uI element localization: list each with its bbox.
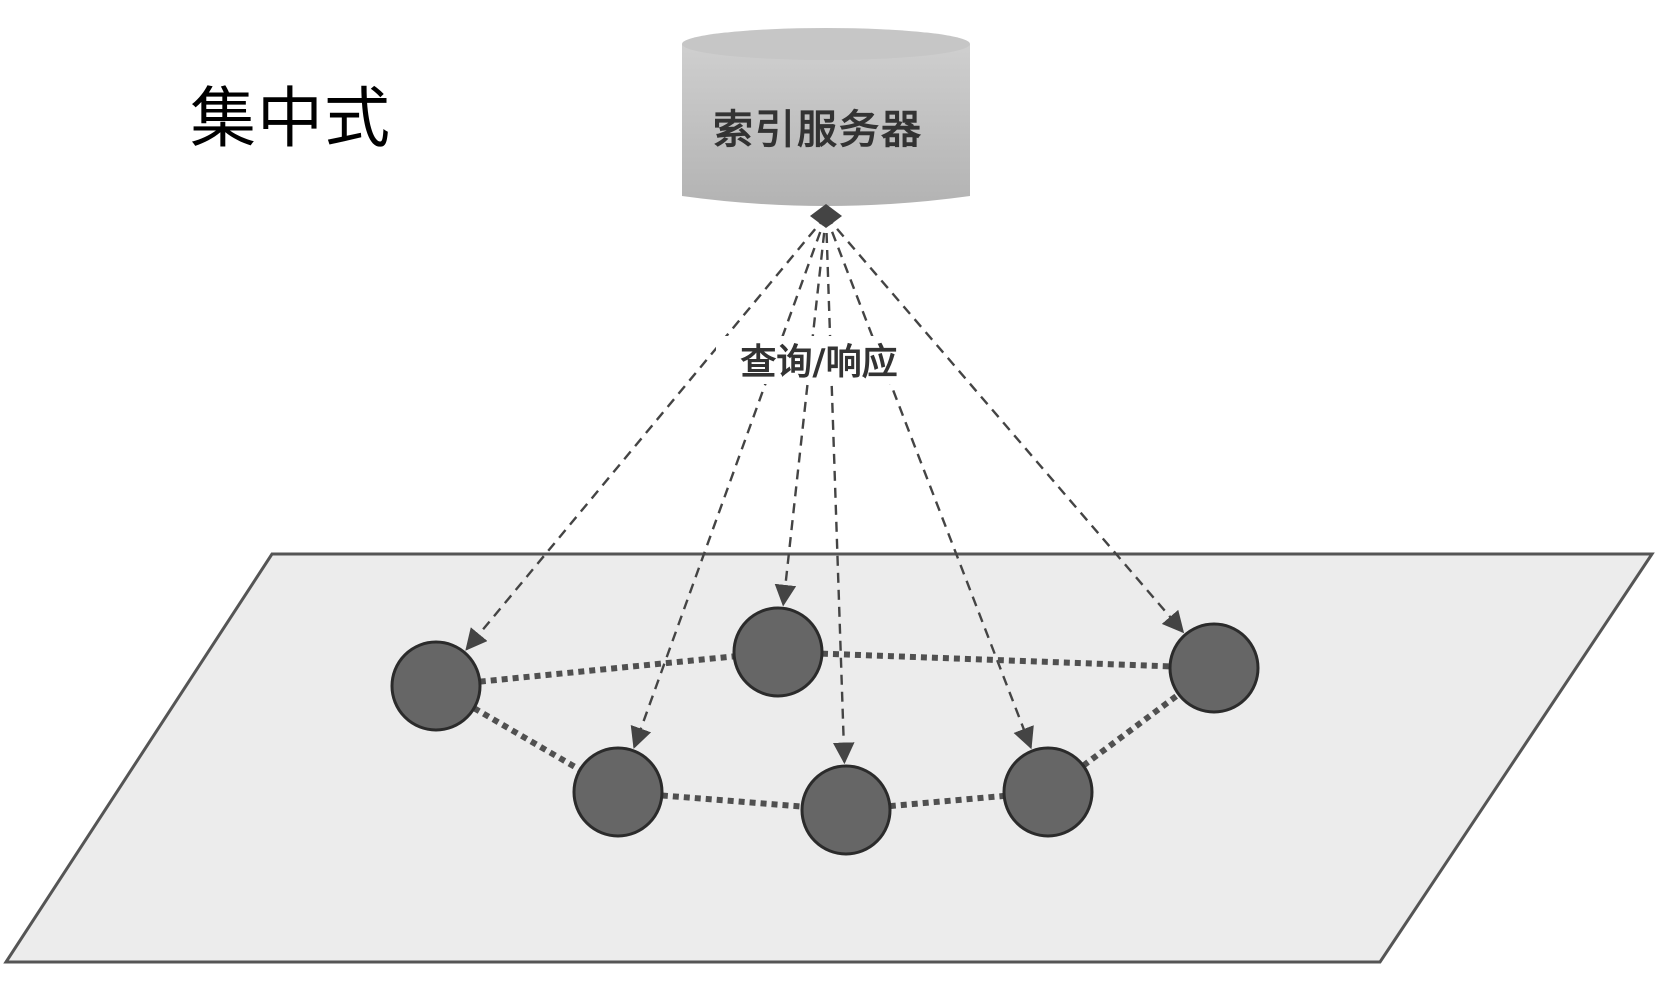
peer-network-plane [3,552,1655,964]
server-connection-hub [810,204,842,228]
peer-6-node [1002,746,1094,838]
peer-1-node [390,640,482,732]
query-line-2 [774,215,828,607]
peer-5-node [800,764,892,856]
index-server-label: 索引服务器 [713,107,923,153]
index-server-top [682,28,970,60]
peer-2-node [732,606,824,698]
centralized-p2p-diagram: 索引服务器 查询/响应 [3,28,1655,964]
index-server: 索引服务器 [682,28,970,206]
edge-label: 查询/响应 [740,342,897,383]
peer-4-node [572,746,664,838]
peer-3-node [1168,622,1260,714]
